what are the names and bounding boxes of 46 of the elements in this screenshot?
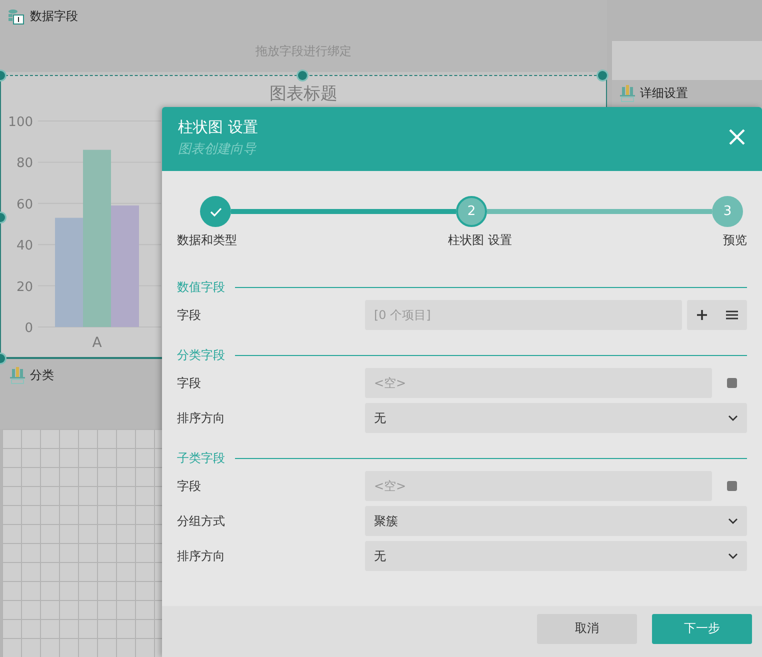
axis-label: 100 bbox=[8, 115, 33, 130]
field-label: 排序方向 bbox=[177, 548, 226, 564]
panel-title: 详细设置 bbox=[640, 85, 688, 102]
axis-label: 40 bbox=[16, 238, 33, 254]
step-circle: 3 bbox=[712, 196, 743, 227]
chevron-down-icon bbox=[728, 415, 738, 421]
field-label: 分组方式 bbox=[177, 512, 226, 530]
close-icon bbox=[728, 128, 746, 146]
chart-title: 图表标题 bbox=[270, 84, 338, 104]
field-label: 字段 bbox=[177, 306, 202, 324]
dropdown[interactable]: 无 bbox=[365, 403, 747, 433]
field-label: 字段 bbox=[177, 374, 202, 392]
clear-button[interactable] bbox=[727, 378, 737, 388]
close-button[interactable] bbox=[728, 128, 746, 146]
dropdown[interactable]: 无 bbox=[365, 541, 747, 571]
step-label: 数据和类型 bbox=[177, 232, 237, 249]
chevron-down-icon bbox=[728, 553, 738, 559]
step-label: 柱状图 设置 bbox=[448, 232, 512, 249]
axis-label: 0 bbox=[24, 321, 33, 336]
field-label: 排序方向 bbox=[177, 410, 226, 426]
database-icon bbox=[8, 8, 25, 24]
cancel-button[interactable]: 取消 bbox=[537, 614, 637, 644]
section-title: 数值字段 bbox=[177, 278, 225, 296]
dialog-subtitle: 图表创建向导 bbox=[178, 141, 258, 158]
axis-label: 80 bbox=[16, 156, 33, 172]
axis-label: 20 bbox=[16, 280, 33, 295]
bar-chart-icon bbox=[10, 367, 25, 384]
panel-title: 数据字段 bbox=[30, 8, 78, 25]
add-button[interactable] bbox=[695, 308, 709, 322]
bar-chart-icon bbox=[620, 85, 635, 102]
step-label: 预览 bbox=[722, 232, 747, 249]
axis-label: 60 bbox=[16, 197, 33, 212]
menu-button[interactable] bbox=[725, 308, 739, 322]
section-title: 分类字段 bbox=[177, 346, 225, 364]
check-icon bbox=[210, 206, 222, 216]
dropdown[interactable]: 聚簇 bbox=[365, 506, 747, 536]
resize-handle[interactable] bbox=[598, 71, 607, 80]
resize-handle[interactable] bbox=[298, 71, 307, 80]
panel-title: 分类 bbox=[30, 367, 54, 384]
clear-button[interactable] bbox=[727, 481, 737, 491]
chevron-down-icon bbox=[728, 518, 738, 524]
dialog-title: 柱状图 设置 bbox=[178, 118, 258, 137]
step-circle: 2 bbox=[456, 196, 487, 227]
field-label: 字段 bbox=[177, 478, 202, 494]
section-title: 子类字段 bbox=[177, 450, 225, 466]
axis-label: A bbox=[92, 335, 102, 351]
